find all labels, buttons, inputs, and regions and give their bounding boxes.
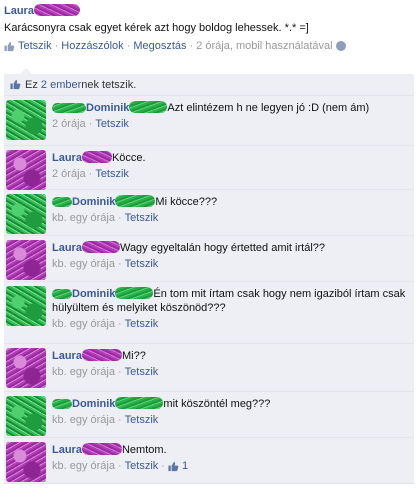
avatar[interactable] (6, 442, 46, 482)
redaction-scribble (81, 151, 112, 163)
comment-like-link[interactable]: Tetszik (95, 118, 129, 130)
comment: Laura Wagy egyeltalán hogy értetted amit … (4, 236, 414, 282)
avatar[interactable] (6, 100, 46, 140)
avatar[interactable] (6, 396, 46, 436)
comment-time[interactable]: 2 órája (52, 118, 86, 130)
redaction-scribble (115, 287, 154, 299)
globe-icon (335, 41, 346, 51)
comment-like-link[interactable]: Tetszik (125, 460, 159, 472)
thumb-up-icon (10, 79, 21, 90)
avatar[interactable] (6, 348, 46, 388)
comment-text: Mi?? (121, 350, 146, 362)
comment: Laura Nemtom. kb. egy órája · Tetszik · 1 (4, 438, 414, 484)
redaction-scribble (52, 103, 86, 113)
post-author-line: Laura (4, 4, 414, 18)
avatar[interactable] (6, 286, 46, 326)
redaction-scribble (52, 289, 72, 299)
thumb-up-icon (4, 41, 15, 51)
likes-prefix: Ez (25, 78, 38, 91)
redaction-scribble (33, 4, 80, 16)
redaction-scribble (129, 101, 168, 113)
redaction-scribble (52, 399, 72, 409)
separator-dot: · (126, 40, 131, 52)
separator-dot: · (54, 40, 59, 52)
comment-time[interactable]: kb. egy órája (52, 414, 115, 426)
post-share-link[interactable]: Megosztás (133, 40, 186, 52)
comment-time[interactable]: kb. egy órája (52, 258, 115, 270)
comment: Dominik Mi köcce??? kb. egy órája · Tetszik (4, 190, 414, 236)
status-post: Laura Karácsonyra csak egyet kérek azt h… (0, 0, 418, 52)
thumb-up-icon (168, 461, 179, 471)
redaction-scribble (81, 349, 122, 361)
likes-bar: Ez 2 embernek tetszik. (4, 74, 414, 96)
comment-like-link[interactable]: Tetszik (125, 212, 159, 224)
comment-author[interactable]: Dominik (86, 102, 129, 114)
avatar[interactable] (6, 240, 46, 280)
comment-author[interactable]: Laura (52, 242, 82, 254)
redaction-scribble (115, 397, 164, 409)
comment-text: Nemtom. (121, 444, 167, 456)
comment-text: Köcce. (111, 152, 146, 164)
comment: Dominik Én tom mit írtam csak hogy nem ig… (4, 282, 414, 344)
comment-time[interactable]: kb. egy órája (52, 318, 115, 330)
post-time[interactable]: 2 órája, mobil használatával (196, 40, 332, 52)
redaction-scribble (115, 195, 156, 207)
comment-author[interactable]: Dominik (72, 288, 115, 300)
comment-like-link[interactable]: Tetszik (125, 258, 159, 270)
comment-author[interactable]: Laura (52, 350, 82, 362)
post-author-name[interactable]: Laura (4, 5, 34, 17)
comment-time[interactable]: kb. egy órája (52, 460, 115, 472)
comment: Laura Köcce. 2 órája · Tetszik (4, 146, 414, 190)
likes-people-link[interactable]: 2 ember (41, 79, 81, 91)
comment-text: Wagy egyeltalán hogy értetted amit irtál… (119, 242, 326, 254)
redaction-scribble (81, 241, 120, 253)
comment-author[interactable]: Laura (52, 444, 82, 456)
likes-suffix: nek tetszik. (81, 78, 137, 91)
comment-time[interactable]: 2 órája (52, 168, 86, 180)
post-actions: Tetszik · Hozzászólok · Megosztás · 2 ór… (4, 40, 414, 52)
post-comment-link[interactable]: Hozzászólok (61, 40, 123, 52)
comment-time[interactable]: kb. egy órája (52, 212, 115, 224)
comment: Dominik mit köszöntél meg??? kb. egy óráj… (4, 392, 414, 438)
comment-like-link[interactable]: Tetszik (125, 366, 159, 378)
separator-dot: · (189, 40, 194, 52)
comment-like-link[interactable]: Tetszik (125, 318, 159, 330)
comment-like-count[interactable]: 1 (182, 460, 188, 472)
comment-author[interactable]: Laura (52, 152, 82, 164)
comment-like-link[interactable]: Tetszik (125, 414, 159, 426)
avatar[interactable] (6, 150, 46, 190)
post-text: Karácsonyra csak egyet kérek azt hogy bo… (4, 22, 309, 34)
redaction-scribble (81, 443, 122, 455)
comment: Dominik Azt elintézem h ne legyen jó :D (… (4, 96, 414, 146)
post-like-link[interactable]: Tetszik (18, 40, 52, 52)
comment-list: Dominik Azt elintézem h ne legyen jó :D (… (4, 96, 414, 484)
comment-text: Mi köcce??? (155, 196, 218, 208)
comment-author[interactable]: Dominik (72, 398, 115, 410)
comment-time[interactable]: kb. egy órája (52, 366, 115, 378)
comment-author[interactable]: Dominik (72, 196, 115, 208)
avatar[interactable] (6, 194, 46, 234)
comment: Laura Mi?? kb. egy órája · Tetszik (4, 344, 414, 392)
comment-text: mit köszöntél meg??? (163, 398, 271, 410)
comment-like-link[interactable]: Tetszik (95, 168, 129, 180)
redaction-scribble (52, 197, 72, 207)
comment-text: Azt elintézem h ne legyen jó :D (nem ám) (167, 102, 370, 114)
